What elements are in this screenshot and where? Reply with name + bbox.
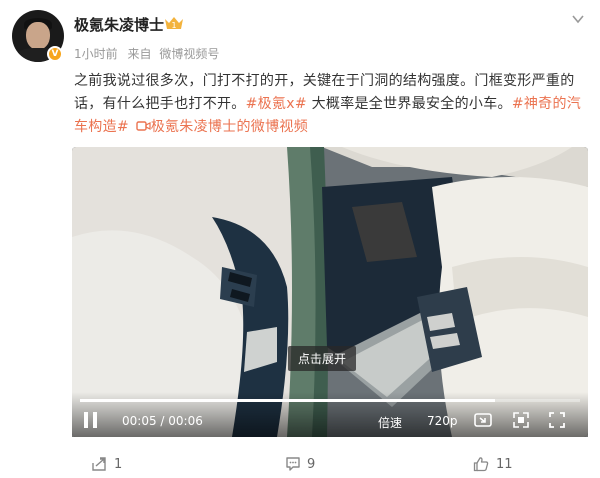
expand-icon[interactable] [512,411,530,429]
fullscreen-icon[interactable] [548,411,566,429]
time-separator: / [156,414,169,428]
level-badge-icon: 1 [165,17,183,30]
progress-bar[interactable] [80,399,580,402]
share-count[interactable]: 1 [114,457,122,472]
video-camera-icon [136,121,151,131]
picture-in-picture-icon[interactable] [474,411,492,429]
quality-button[interactable]: 720p [427,414,458,428]
post-text-part2: 大概率是全世界最安全的小车。 [306,96,512,112]
video-time: 00:05 / 00:06 [122,414,203,428]
current-time: 00:05 [122,414,157,428]
post-text: 之前我说过很多次，门打不打的开，关键在于门洞的结构强度。门框变形严重的话，有什么… [74,70,589,139]
like-count[interactable]: 11 [496,457,513,472]
duration: 00:06 [168,414,203,428]
username[interactable]: 极氪朱凌博士 [74,14,164,35]
progress-fill [80,399,495,402]
source-prefix: 来自 [127,47,152,61]
pause-icon[interactable] [84,412,98,428]
comment-icon[interactable] [285,456,301,472]
video-link-label[interactable]: 极氪朱凌博士的微博视频 [151,119,308,135]
speed-button[interactable]: 倍速 [378,414,402,431]
expand-button[interactable]: 点击展开 [288,346,357,371]
svg-text:1: 1 [171,21,176,30]
video-link[interactable]: 极氪朱凌博士的微博视频 [134,119,308,135]
post-time[interactable]: 1小时前 [74,47,118,61]
like-icon[interactable] [473,456,489,472]
post-meta: 1小时前 来自 微博视频号 [74,45,219,62]
avatar-face [26,22,50,50]
comment-count[interactable]: 9 [307,457,315,472]
chevron-down-icon[interactable] [571,12,585,26]
post-source[interactable]: 微博视频号 [159,47,219,61]
share-icon[interactable] [91,456,107,472]
hashtag-link[interactable]: #极氪x# [246,96,307,112]
verified-badge-icon: V [47,46,63,62]
